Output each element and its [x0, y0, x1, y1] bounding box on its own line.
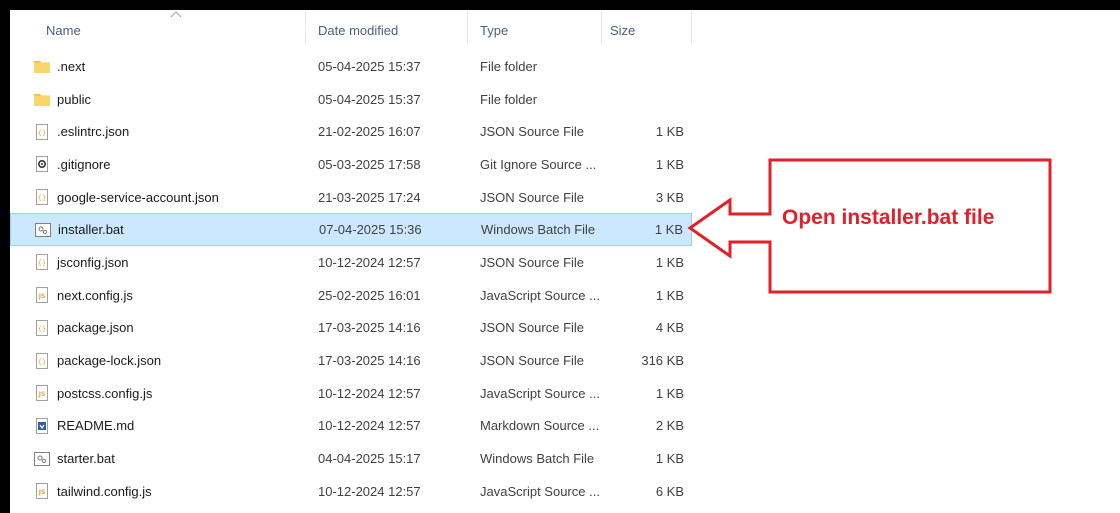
file-size: 4 KB [655, 320, 684, 336]
file-name: .eslintrc.json [57, 124, 130, 140]
file-name: public [57, 91, 91, 107]
file-size: 1 KB [655, 451, 684, 467]
file-name: package-lock.json [57, 353, 162, 369]
file-row[interactable]: {} package.json 17-03-2025 14:16 JSON Sourc… [10, 312, 692, 345]
file-name: .next [57, 58, 86, 74]
file-size: 1 KB [655, 287, 684, 303]
file-type: JavaScript Source ... [480, 287, 600, 303]
svg-text:JS: JS [38, 489, 46, 496]
file-date-modified: 10-12-2024 12:57 [318, 385, 421, 401]
json-file-icon: {} [34, 115, 50, 148]
settings-file-icon [34, 148, 50, 181]
file-name: package.json [57, 320, 134, 336]
file-type: Windows Batch File [480, 451, 595, 467]
file-name: google-service-account.json [57, 189, 219, 205]
file-size: 1 KB [655, 124, 684, 140]
file-type: Windows Batch File [481, 222, 596, 238]
file-date-modified: 17-03-2025 14:16 [318, 353, 421, 369]
js-file-icon: JS [34, 279, 50, 312]
file-name: jsconfig.json [57, 254, 129, 270]
svg-text:JS: JS [38, 391, 46, 398]
js-file-icon: JS [34, 377, 50, 410]
file-size: 3 KB [655, 189, 684, 205]
file-row[interactable]: starter.bat 04-04-2025 15:17 Windows Batch… [10, 442, 692, 475]
file-type: JSON Source File [480, 124, 585, 140]
markdown-file-icon [34, 410, 50, 443]
file-date-modified: 21-03-2025 17:24 [318, 189, 421, 205]
column-type-header[interactable]: Type [468, 10, 602, 44]
file-type: JavaScript Source ... [480, 483, 600, 499]
file-date-modified: 10-12-2024 12:57 [318, 418, 421, 434]
file-size: 1 KB [654, 222, 683, 238]
file-row[interactable]: {} jsconfig.json 10-12-2024 12:57 JSON Sour… [10, 246, 692, 279]
file-type: File folder [480, 91, 538, 107]
file-date-modified: 04-04-2025 15:17 [318, 451, 421, 467]
file-row[interactable]: JS next.config.js 25-02-2025 16:01 JavaScri… [10, 279, 692, 312]
file-size: 6 KB [655, 483, 684, 499]
file-row[interactable]: .next 05-04-2025 15:37 File folder [10, 50, 692, 83]
js-file-icon: JS [34, 475, 50, 508]
file-row[interactable]: .gitignore 05-03-2025 17:58 Git Ignore Sou… [10, 148, 692, 181]
folder-icon [34, 83, 50, 116]
file-row[interactable]: JS postcss.config.js 10-12-2024 12:57 JavaS… [10, 377, 692, 410]
file-size: 1 KB [655, 385, 684, 401]
file-date-modified: 10-12-2024 12:57 [318, 483, 421, 499]
file-type: Git Ignore Source ... [480, 156, 597, 172]
file-size: 316 KB [641, 353, 684, 369]
column-date-header[interactable]: Date modified [306, 10, 468, 44]
column-name-header[interactable]: Name [10, 10, 306, 44]
file-type: JSON Source File [480, 353, 585, 369]
json-file-icon: {} [34, 181, 50, 214]
file-date-modified: 25-02-2025 16:01 [318, 287, 421, 303]
file-date-modified: 17-03-2025 14:16 [318, 320, 421, 336]
svg-text:{}: {} [38, 194, 46, 202]
svg-text:JS: JS [38, 293, 46, 300]
file-name: installer.bat [58, 222, 124, 238]
file-date-modified: 05-04-2025 15:37 [318, 91, 421, 107]
json-file-icon: {} [34, 344, 50, 377]
file-type: JSON Source File [480, 320, 585, 336]
file-name: tailwind.config.js [57, 483, 152, 499]
file-row[interactable]: README.md 10-12-2024 12:57 Markdown Source… [10, 410, 692, 443]
batch-file-icon [34, 442, 50, 475]
json-file-icon: {} [34, 246, 50, 279]
file-date-modified: 10-12-2024 12:57 [318, 254, 421, 270]
file-type: JSON Source File [480, 189, 585, 205]
file-row-selected[interactable]: installer.bat 07-04-2025 15:36 Windows Bat… [10, 213, 692, 247]
annotation-text: Open installer.bat file [782, 206, 995, 229]
file-date-modified: 05-03-2025 17:58 [318, 156, 421, 172]
file-name: starter.bat [57, 451, 115, 467]
json-file-icon: {} [34, 312, 50, 345]
svg-text:{}: {} [38, 259, 46, 267]
file-type: File folder [480, 58, 538, 74]
file-name: postcss.config.js [57, 385, 153, 401]
batch-file-icon [35, 214, 51, 245]
file-row[interactable]: JS tailwind.config.js 10-12-2024 12:57 Java… [10, 475, 692, 508]
file-date-modified: 21-02-2025 16:07 [318, 124, 421, 140]
file-name: README.md [57, 418, 135, 434]
file-row[interactable]: {} package-lock.json 17-03-2025 14:16 JSON … [10, 344, 692, 377]
file-type: JSON Source File [480, 254, 585, 270]
column-size-header[interactable]: Size [602, 10, 692, 44]
file-row[interactable]: public 05-04-2025 15:37 File folder [10, 83, 692, 116]
file-row[interactable]: {} google-service-account.json 21-03-2025 … [10, 181, 692, 214]
file-list: .next 05-04-2025 15:37 File folder public 05… [10, 50, 692, 508]
file-date-modified: 07-04-2025 15:36 [319, 222, 422, 238]
svg-text:{}: {} [38, 358, 46, 366]
file-size: 2 KB [655, 418, 684, 434]
file-type: JavaScript Source ... [480, 385, 600, 401]
folder-icon [34, 50, 50, 83]
file-date-modified: 05-04-2025 15:37 [318, 58, 421, 74]
file-type: Markdown Source ... [480, 418, 600, 434]
file-size: 1 KB [655, 156, 684, 172]
file-size: 1 KB [655, 254, 684, 270]
file-name: .gitignore [57, 156, 111, 172]
file-row[interactable]: {} .eslintrc.json 21-02-2025 16:07 JSON Sou… [10, 115, 692, 148]
column-header: Name Date modified Type Size [10, 10, 692, 44]
svg-text:{}: {} [38, 325, 46, 333]
svg-text:{}: {} [38, 129, 46, 137]
file-name: next.config.js [57, 287, 133, 303]
